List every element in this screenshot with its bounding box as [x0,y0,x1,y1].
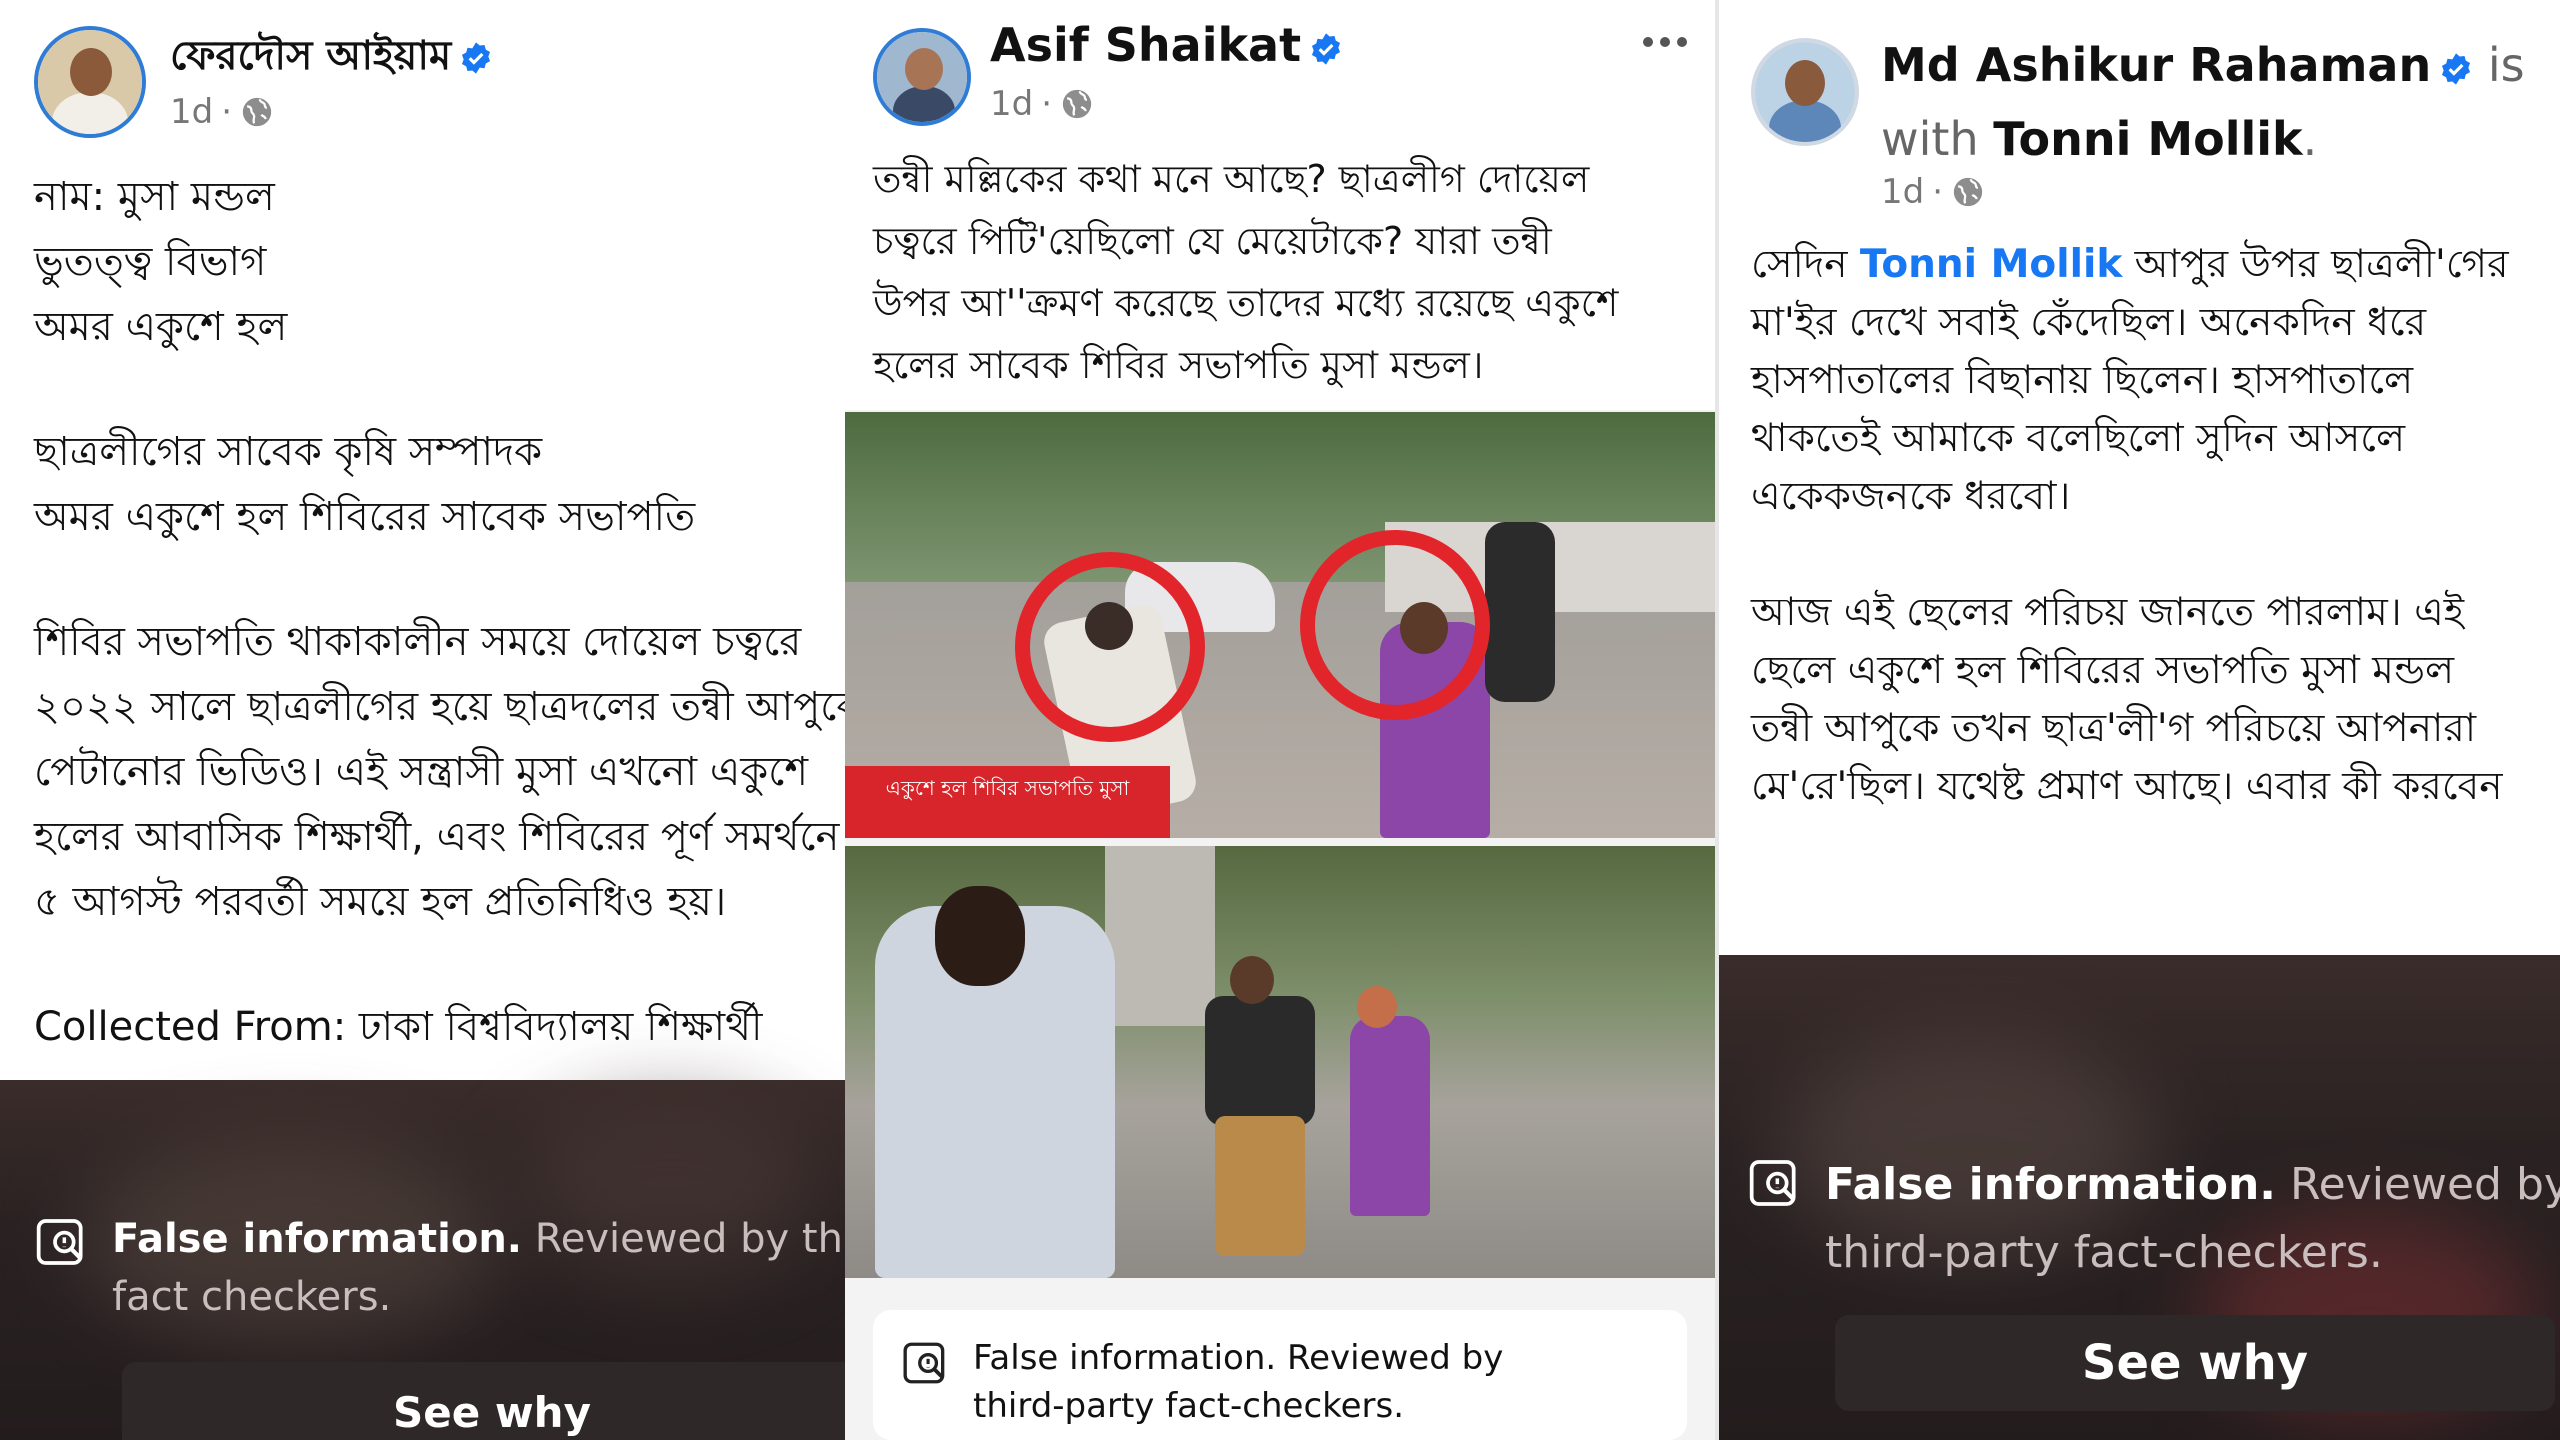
verified-badge-icon [1312,32,1341,65]
fact-check-notice: False information. Reviewed by third-par… [901,1334,1503,1430]
post-line: থাকতেই আমাকে বলেছিলো সুদিন আসলে [1751,416,2406,461]
post-body: নাম: মুসা মন্ডল ভুতত্ত্ব বিভাগ অমর একুশে… [34,165,845,1060]
author-name-text[interactable]: ফেরদৌস আইয়াম [170,33,451,79]
post-line: উপর আ''ক্রমণ করেছে তাদের মধ্যে রয়েছে এক… [873,281,1619,325]
post-line: মে'রে'ছিল। যথেষ্ট প্রমাণ আছে। এবার কী কর… [1751,764,2503,809]
globe-icon [242,97,272,127]
post-line: আজ এই ছেলের পরিচয় জানতে পারলাম। এই [1751,590,2465,635]
post-line: হলের আবাসিক শিক্ষার্থী, এবং শিবিরের পূর্… [34,814,840,860]
meta-separator: · [221,92,233,132]
meta-separator: · [1041,84,1053,124]
post-line: মা'ইর দেখে সবাই কেঁদেছিল। অনেকদিন ধরে [1751,300,2427,345]
highlight-circle [1300,530,1490,720]
post-meta: 1d · [1881,172,1985,212]
author-avatar[interactable] [1751,38,1859,146]
meta-separator: · [1932,172,1944,212]
post-line: হলের সাবেক শিবির সভাপতি মুসা মন্ডল। [873,343,1484,387]
post-body: সেদিন Tonni Mollik আপুর উপর ছাত্রলী'গের … [1751,236,2509,816]
globe-icon [1062,89,1092,119]
fact-check-card: False information. Reviewed by third-par… [873,1310,1687,1440]
post-line: সেদিন Tonni Mollik আপুর উপর ছাত্রলী'গের [1751,236,2509,294]
author-line: Md Ashikur Rahaman is with Tonni Mollik. [1881,28,2525,176]
post-line-blank [34,550,845,610]
more-options-icon[interactable] [1640,34,1690,50]
fact-check-icon [1749,1160,1796,1206]
author-name-text[interactable]: Asif Shaikat [990,18,1301,72]
see-why-label: See why [2081,1335,2309,1391]
fact-check-overlay: False information. Reviewed by third-par… [0,1080,845,1440]
fact-check-title: False information. [112,1216,522,1262]
author-avatar[interactable] [873,28,971,126]
post-line: তন্বী মল্লিকের কথা মনে আছে? ছাত্রলীগ দোয… [873,157,1590,201]
with-label: with [1881,112,1994,166]
fact-check-icon [903,1342,945,1384]
fact-check-icon [36,1219,83,1265]
post-line: ভুতত্ত্ব বিভাগ [34,239,267,285]
author-name[interactable]: Md Ashikur Rahaman [1881,38,2431,92]
post-line: চত্বরে পিটি'য়েছিলো যে মেয়েটাকে? যারা ত… [873,219,1552,263]
author-name[interactable]: ফেরদৌস আইয়াম [170,24,493,91]
highlight-circle [1015,552,1205,742]
is-label: is [2473,38,2525,92]
post-meta: 1d · [170,92,274,132]
post-time[interactable]: 1d [990,84,1033,124]
post-line-blank [1751,526,2509,584]
author-name[interactable]: Asif Shaikat [990,18,1343,72]
see-why-button[interactable]: See why [1835,1315,2555,1411]
post-line: Collected From: ঢাকা বিশ্ববিদ্যালয় শিক্… [34,1004,763,1050]
globe-icon [1953,177,1983,207]
post-line: নাম: মুসা মন্ডল [34,174,275,220]
see-why-label: See why [393,1387,591,1437]
fact-check-desc-2: fact checkers. [112,1274,392,1320]
post-time[interactable]: 1d [170,92,213,132]
fact-check-notice: False information. Reviewed by third-par… [34,1210,845,1326]
post-photo-1[interactable]: একুশে হল শিবির সভাপতি মুসা [845,412,1715,838]
fact-check-text: False information. Reviewed by third-par… [112,1210,845,1326]
post-line: ছাত্রলীগের সাবেক কৃষি সম্পাদক [34,429,543,475]
post-panel-2: Asif Shaikat 1d · তন্বী মল্লিকের কথা মনে… [845,0,1715,1440]
post-line-blank [34,935,845,995]
post-photo-2[interactable] [845,846,1715,1278]
tagged-end: . [2302,112,2318,166]
fact-check-title: False information. Reviewed by [973,1338,1504,1378]
fact-check-title: False information. [1825,1159,2276,1210]
post-text: সেদিন [1751,242,1860,287]
fact-check-text: False information. Reviewed by third-par… [973,1334,1503,1430]
verified-badge-icon [2442,52,2471,85]
post-line: অমর একুশে হল [34,304,288,350]
fact-check-text: False information. Reviewed by third-par… [1825,1151,2560,1287]
post-line: ২০২২ সালে ছাত্রলীগের হয়ে ছাত্রদলের তন্ব… [34,684,845,730]
photo-caption: একুশে হল শিবির সভাপতি মুসা [845,766,1170,838]
fact-check-desc: Reviewed by [2276,1159,2560,1210]
post-line: শিবির সভাপতি থাকাকালীন সময়ে দোয়েল চত্ব… [34,619,802,665]
post-panel-3: Md Ashikur Rahaman is with Tonni Mollik.… [1715,0,2560,1440]
tagged-user[interactable]: Tonni Mollik [1993,112,2302,166]
see-why-button[interactable]: See why [122,1362,845,1440]
fact-check-desc-2: third-party fact-checkers. [1825,1227,2383,1278]
post-line: অমর একুশে হল শিবিরের সাবেক সভাপতি [34,494,696,540]
fact-check-desc: Reviewed by third-party [534,1216,845,1262]
fact-check-notice: False information. Reviewed by third-par… [1747,1151,2560,1287]
fact-check-desc: third-party fact-checkers. [973,1386,1405,1426]
post-line: তন্বী আপুকে তখন ছাত্র'লী'গ পরিচয়ে আপনার… [1751,706,2477,751]
mention-link[interactable]: Tonni Mollik [1860,242,2122,287]
verified-badge-icon [462,42,491,74]
post-line: ছেলে একুশে হল শিবিরের সভাপতি মুসা মন্ডল [1751,648,2455,693]
author-avatar[interactable] [34,26,146,138]
fact-check-overlay: False information. Reviewed by third-par… [1719,955,2560,1440]
post-panel-1: ফেরদৌস আইয়াম 1d · নাম: মুসা মন্ডল ভুতত্… [0,0,845,1440]
post-body: তন্বী মল্লিকের কথা মনে আছে? ছাত্রলীগ দোয… [873,148,1618,396]
post-line: হাসপাতালের বিছানায় ছিলেন। হাসপাতালে [1751,358,2414,403]
post-line: ৫ আগস্ট পরবর্তী সময়ে হল প্রতিনিধিও হয়। [34,879,727,925]
post-text: আপুর উপর ছাত্রলী'গের [2122,242,2509,287]
post-line: একেকজনকে ধরবো। [1751,474,2071,519]
post-line-blank [34,360,845,420]
post-meta: 1d · [990,84,1094,124]
post-time[interactable]: 1d [1881,172,1924,212]
post-line: পেটানোর ভিডিও। এই সন্ত্রাসী মুসা এখনো এক… [34,749,809,795]
